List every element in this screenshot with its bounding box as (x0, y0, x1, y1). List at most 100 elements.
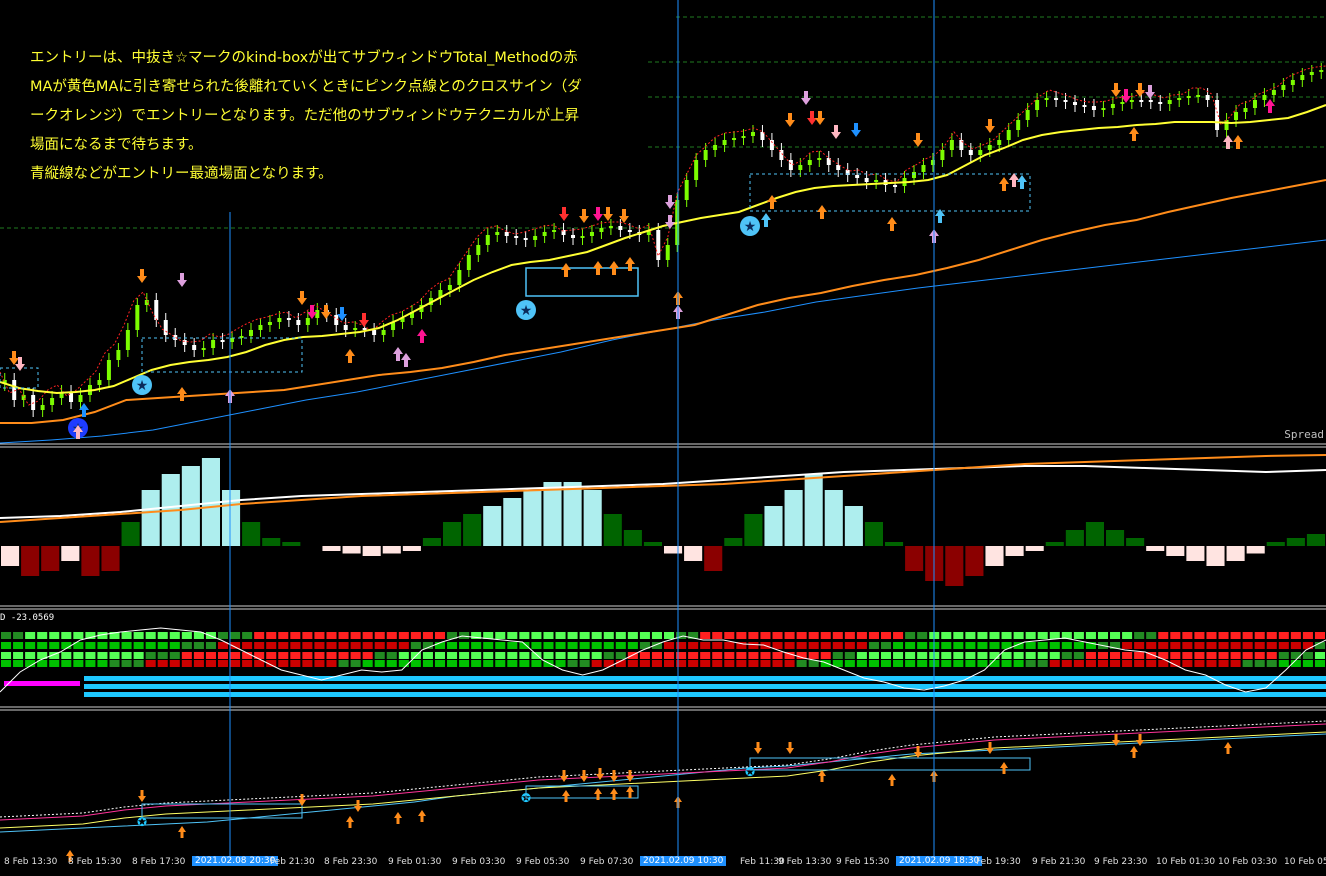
heatmap-cell (1206, 660, 1217, 667)
down-arrow-icon (831, 125, 841, 139)
candle-body (703, 150, 708, 160)
heatmap-cell (1290, 642, 1301, 649)
heatmap-cell (133, 652, 144, 659)
down-arrow-icon (138, 790, 146, 802)
candle-body (1073, 102, 1078, 105)
heatmap-cell (1170, 642, 1181, 649)
star-glyph: ★ (520, 303, 533, 319)
heatmap-cell (422, 652, 433, 659)
heatmap-cell (61, 660, 72, 667)
heatmap-cell (519, 660, 530, 667)
heatmap-cell (664, 642, 675, 649)
heatmap-cell (1206, 652, 1217, 659)
heatmap-cell (1134, 642, 1145, 649)
heatmap-cell (386, 660, 397, 667)
heatmap-cell (13, 632, 24, 639)
spread-label: Spread (1284, 428, 1324, 441)
heatmap-cell (579, 642, 590, 649)
candle-body (627, 230, 632, 232)
candle-body (258, 325, 263, 330)
candle-body (1035, 100, 1040, 110)
heatmap-cell (664, 660, 675, 667)
heatmap-cell (471, 642, 482, 649)
heatmap-cell (217, 652, 229, 659)
heatmap-cell (531, 660, 542, 667)
heatmap-cell (302, 632, 313, 639)
heatmap-cell (145, 660, 156, 667)
heatmap-cell (627, 642, 638, 649)
heatmap-cell (1134, 660, 1145, 667)
star-glyph: ★ (136, 378, 149, 394)
heatmap-cell (868, 660, 879, 667)
heatmap-cell (977, 632, 988, 639)
heatmap-cell (145, 642, 156, 649)
heatmap-cell (772, 632, 783, 639)
heatmap-cell (844, 642, 855, 649)
candle-body (949, 140, 954, 150)
heatmap-cell (230, 632, 241, 639)
heatmap-pane (0, 627, 1326, 697)
heatmap-cell (1146, 642, 1157, 649)
heatmap-cell (567, 660, 578, 667)
candle-body (353, 328, 358, 330)
tm-star-glyph: ✪ (745, 765, 755, 779)
up-arrow-icon (1000, 762, 1008, 774)
heatmap-cell (555, 652, 566, 659)
heatmap-cell (109, 642, 120, 649)
heatmap-cell (724, 632, 735, 639)
heatmap-cell (905, 660, 916, 667)
heatmap-cell (639, 652, 650, 659)
tm-dotted-line (0, 720, 1326, 818)
histogram-bar (724, 538, 743, 546)
histogram-bar (61, 546, 80, 561)
heatmap-cell (664, 652, 675, 659)
candle-body (817, 158, 822, 160)
candle-body (978, 150, 983, 155)
candle-body (1054, 98, 1059, 100)
histogram-bar (1246, 546, 1265, 554)
down-arrow-icon (9, 351, 19, 365)
down-arrow-icon (137, 269, 147, 283)
heatmap-cell (121, 660, 132, 667)
candle-body (1281, 85, 1286, 90)
heatmap-cell (1170, 652, 1181, 659)
candle-body (1082, 105, 1087, 107)
heatmap-cell (1049, 660, 1060, 667)
candle-body (485, 235, 490, 245)
candle-body (381, 330, 386, 335)
heatmap-cell (447, 652, 458, 659)
candle-body (50, 398, 55, 405)
heatmap-cell (73, 660, 84, 667)
candle-body (248, 330, 253, 336)
down-arrow-icon (177, 273, 187, 287)
histogram-bar (1126, 538, 1145, 546)
down-arrow-icon (579, 209, 589, 223)
heatmap-cell (1230, 660, 1241, 667)
candle-body (722, 140, 727, 145)
up-arrow-icon (609, 261, 619, 275)
heatmap-cell (1013, 652, 1024, 659)
heatmap-cell (13, 642, 24, 649)
heatmap-cell (422, 660, 433, 667)
heatmap-cell (941, 652, 952, 659)
heatmap-cell (1037, 660, 1048, 667)
heatmap-cell (796, 632, 807, 639)
heatmap-cell (555, 660, 566, 667)
heatmap-cell (1230, 642, 1241, 649)
heatmap-cell (784, 632, 795, 639)
heatmap-cell (1025, 660, 1036, 667)
heatmap-cell (1097, 632, 1109, 639)
heatmap-cell (977, 660, 988, 667)
candle-body (40, 405, 45, 410)
heatmap-cell (1146, 660, 1157, 667)
heatmap-cell (217, 632, 229, 639)
candle-body (466, 255, 471, 270)
heatmap-cell (567, 632, 578, 639)
heatmap-cell (85, 660, 96, 667)
histogram-bar (483, 506, 502, 546)
heatmap-cell (603, 632, 614, 639)
heatmap-cell (1182, 642, 1193, 649)
heatmap-cell (1218, 660, 1229, 667)
candle-body (296, 320, 301, 325)
heatmap-cell (1314, 660, 1325, 667)
